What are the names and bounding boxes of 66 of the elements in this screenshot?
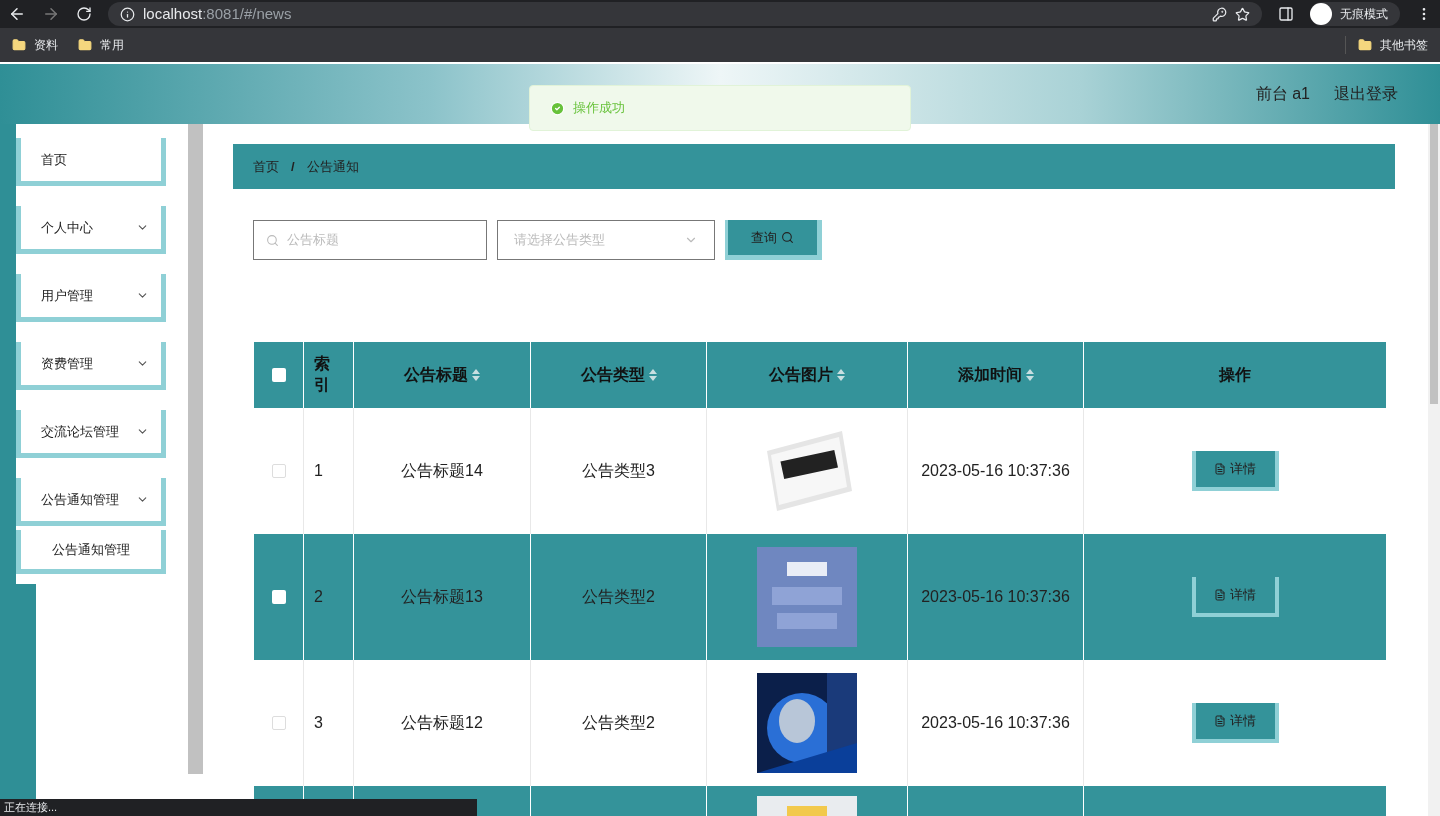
bookmark-item[interactable]: 资料 [12,36,58,54]
title-search-field[interactable]: 公告标题 [253,220,487,260]
sidebar-item[interactable]: 首页 [16,138,166,186]
sidebar-item[interactable]: 资费管理 [16,342,166,390]
time-cell-text: 2023-05-16 10:37:36 [920,713,1071,734]
submenu-item[interactable]: 公告通知管理 [16,530,166,574]
star-icon[interactable] [1235,6,1250,22]
sort-icon[interactable] [1025,368,1034,382]
title-cell-text: 公告标题12 [401,713,483,733]
profile-chip[interactable]: 无痕模式 [1310,2,1400,26]
type-cell-text: 公告类型2 [582,713,655,733]
folder-icon [1358,38,1372,52]
row-checkbox[interactable] [271,716,286,730]
sort-icon[interactable] [472,368,480,382]
title-cell-text: 公告标题13 [401,587,483,607]
detail-button[interactable]: 详情 [1191,577,1279,617]
title-input[interactable]: 公告标题 [287,230,474,250]
back-icon[interactable] [8,5,26,23]
success-toast: 操作成功 [529,85,911,131]
search-icon [781,231,794,244]
info-icon [120,6,135,22]
index-cell-text: 1 [314,461,323,481]
bookmark-item[interactable]: 常用 [78,36,124,54]
detail-button[interactable]: 详情 [1191,703,1279,743]
sidebar-item[interactable]: 交流论坛管理 [16,410,166,458]
document-icon [1214,589,1226,601]
column-header: 操作 [1217,365,1252,385]
document-icon [1214,463,1226,475]
header-link[interactable]: 前台 a1 [1255,82,1310,106]
header-link[interactable]: 退出登录 [1334,82,1398,106]
sort-icon[interactable] [648,368,657,382]
forward-icon[interactable] [42,5,60,23]
document-icon [1214,715,1226,727]
address-bar[interactable]: localhost:8081/#/news [108,2,1262,26]
breadcrumb-separator: / [291,157,295,176]
time-cell-text: 2023-05-16 10:37:36 [920,587,1071,608]
scrollbar[interactable] [188,124,203,774]
breadcrumb-item[interactable]: 首页 [253,156,279,177]
index-cell-text: 2 [314,587,323,607]
type-cell-text: 公告类型3 [582,461,655,481]
reload-icon[interactable] [76,6,92,22]
bookmark-item[interactable]: 其他书签 [1345,36,1428,54]
sidebar-item[interactable]: 公告通知管理 [16,478,166,526]
folder-icon [12,38,26,52]
incognito-icon [1310,3,1332,25]
search-icon [266,233,279,247]
select-all-checkbox[interactable] [271,368,286,382]
time-cell-text: 2023-05-16 10:37:36 [920,461,1071,482]
side-panel-icon[interactable] [1278,6,1294,22]
status-bubble: 正在连接... [0,799,477,816]
url-text: localhost:8081/#/news [143,3,292,24]
row-checkbox[interactable] [271,464,286,478]
breadcrumb-item[interactable]: 公告通知 [306,156,359,177]
sort-icon[interactable] [837,368,845,382]
key-icon[interactable] [1212,6,1227,22]
title-cell-text: 公告标题14 [401,461,483,481]
detail-button[interactable]: 详情 [1191,451,1279,491]
index-cell-text: 3 [314,713,323,733]
success-icon [550,100,565,116]
sidebar-item[interactable]: 用户管理 [16,274,166,322]
page-scrollbar[interactable] [1428,124,1440,816]
row-checkbox[interactable] [271,590,286,604]
sidebar-item[interactable]: 个人中心 [16,206,166,254]
type-cell-text: 公告类型2 [582,587,655,607]
folder-icon [78,38,92,52]
query-button[interactable]: 查询 [725,220,822,260]
